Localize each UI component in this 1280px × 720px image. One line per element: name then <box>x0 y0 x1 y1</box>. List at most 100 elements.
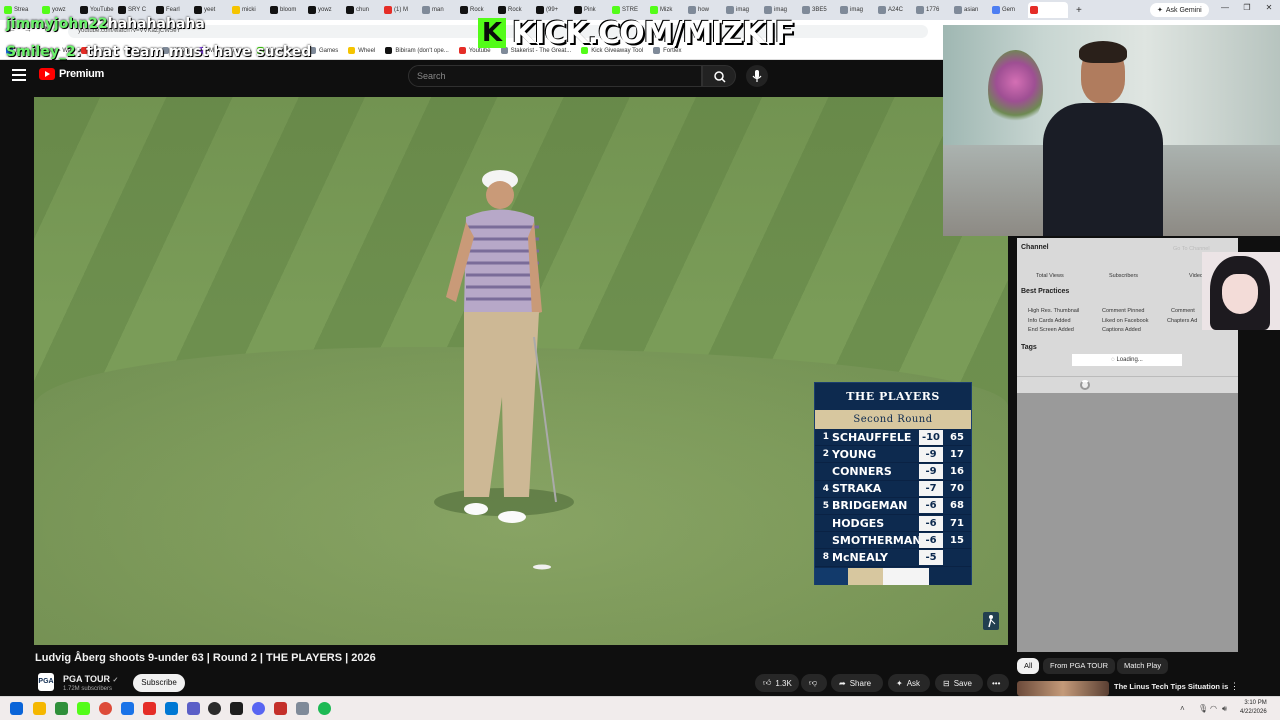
browser-tab[interactable]: chun <box>344 2 380 18</box>
bookmark-label: Games <box>318 47 339 54</box>
tab-label: micki <box>242 7 256 13</box>
maximize-icon[interactable]: ❐ <box>1240 3 1254 12</box>
search-input[interactable]: Search <box>408 65 702 87</box>
tab-label: how <box>698 7 710 13</box>
browser-tab[interactable]: 1776 <box>914 2 950 18</box>
browser-tab[interactable] <box>1028 2 1068 18</box>
clock[interactable]: 3:10 PM 4/22/2026 <box>1240 699 1267 717</box>
kick-icon[interactable] <box>77 702 90 715</box>
leaderboard-score: -6 <box>919 498 943 514</box>
tab-label: Rock <box>470 7 484 13</box>
leaderboard-position: 5 <box>822 500 829 511</box>
file-explorer-icon[interactable] <box>33 702 46 715</box>
browser-tab[interactable]: (1) M <box>382 2 418 18</box>
app-icon[interactable] <box>274 702 287 715</box>
bookmark-item[interactable]: Bibiram (don't ope... <box>385 47 449 54</box>
share-button[interactable]: ➦ Share <box>831 674 883 692</box>
bookmark-label: Bibiram (don't ope... <box>395 47 449 54</box>
chevron-up-icon[interactable]: ˄ <box>1180 704 1185 713</box>
tab-favicon-icon <box>992 6 1000 14</box>
browser-tab[interactable]: 3BE5 <box>800 2 836 18</box>
leaderboard-score: -10 <box>919 429 943 445</box>
wifi-icon[interactable]: ◠ <box>1210 704 1217 713</box>
dislike-button[interactable]: 👎︎ <box>801 674 827 692</box>
browser-tab[interactable]: asian <box>952 2 988 18</box>
leaderboard-player-name: BRIDGEMAN <box>832 499 908 513</box>
minimize-icon[interactable]: — <box>1218 3 1232 12</box>
chrome-icon[interactable] <box>99 702 112 715</box>
ask-gemini-button[interactable]: ✦ Ask Gemini <box>1150 3 1209 17</box>
discord-icon[interactable] <box>252 702 265 715</box>
check-item: High Res. Thumbnail <box>1028 308 1080 314</box>
youtube-logo[interactable]: Premium <box>39 68 104 80</box>
verified-icon: ✓ <box>112 677 119 684</box>
more-actions-button[interactable]: ••• <box>987 674 1009 692</box>
search-button[interactable] <box>702 65 736 87</box>
app-icon[interactable] <box>121 702 134 715</box>
bookmark-label: Wheel <box>358 47 376 54</box>
chip-from-pga-tour[interactable]: From PGA TOUR <box>1043 658 1116 674</box>
loading-text: Loading... <box>1116 357 1143 363</box>
more-icon: ••• <box>992 678 1001 688</box>
browser-tab[interactable]: micki <box>230 2 266 18</box>
voice-search-button[interactable] <box>746 65 768 87</box>
app-icon[interactable] <box>165 702 178 715</box>
kick-url-text: KICK.COM/MIZKIF <box>512 15 795 51</box>
tab-favicon-icon <box>916 6 924 14</box>
mic-icon[interactable]: 🎙︎ <box>1198 704 1208 713</box>
tab-label: 3BE5 <box>812 7 827 13</box>
related-video-title[interactable]: The Linus Tech Tips Situation is <box>1114 682 1228 691</box>
check-item: Comment Pinned <box>1102 308 1145 314</box>
tab-favicon-icon <box>422 6 430 14</box>
close-icon[interactable]: ✕ <box>1262 3 1276 12</box>
tab-favicon-icon <box>232 6 240 14</box>
like-count: 1.3K <box>775 678 792 688</box>
tab-favicon-icon <box>574 6 582 14</box>
bookmark-icon: ⊟ <box>943 678 950 688</box>
chip-match-play[interactable]: Match Play <box>1117 658 1169 674</box>
spotify-icon[interactable] <box>318 702 331 715</box>
leaderboard-row: CONNERS -9 16 <box>815 463 971 481</box>
more-vert-icon[interactable]: ⋮ <box>1230 681 1239 692</box>
app-icon[interactable] <box>230 702 243 715</box>
tab-label: chun <box>356 7 370 13</box>
obs-icon[interactable] <box>208 702 221 715</box>
youtube-play-icon <box>39 68 55 80</box>
round-label: Second Round <box>815 410 971 429</box>
channel-avatar[interactable]: PGA <box>38 673 54 691</box>
browser-tab[interactable]: man <box>420 2 456 18</box>
check-item: Chapters Ad <box>1167 318 1198 324</box>
tab-favicon-icon <box>726 6 734 14</box>
subscribe-button[interactable]: Subscribe <box>133 674 185 692</box>
browser-tab[interactable]: yowz <box>306 2 342 18</box>
ask-button[interactable]: ✦ Ask <box>888 674 930 692</box>
save-button[interactable]: ⊟ Save <box>935 674 983 692</box>
channel-name[interactable]: PGA TOUR ✓ <box>63 674 118 684</box>
leaderboard-thru: 71 <box>950 517 964 529</box>
bookmark-item[interactable]: Games <box>308 47 339 54</box>
volume-icon[interactable]: 🔊︎ <box>1222 704 1227 714</box>
chat-text: hahahahaha <box>107 16 205 32</box>
menu-icon[interactable] <box>12 69 26 81</box>
tab-favicon-icon <box>498 6 506 14</box>
check-item: Liked on Facebook <box>1102 318 1149 324</box>
leaderboard-position: 8 <box>822 552 829 563</box>
related-video-thumbnail[interactable] <box>1017 681 1109 696</box>
browser-tab[interactable]: Gem <box>990 2 1026 18</box>
leaderboard-thru: 16 <box>950 465 964 477</box>
app-icon[interactable] <box>143 702 156 715</box>
leaderboard-score: -9 <box>919 463 943 479</box>
browser-tab[interactable]: imag <box>838 2 874 18</box>
browser-tab[interactable]: bloom <box>268 2 304 18</box>
new-tab-button[interactable]: + <box>1076 5 1082 16</box>
app-icon[interactable] <box>55 702 68 715</box>
tab-label: A24C <box>888 7 904 13</box>
app-icon[interactable] <box>187 702 200 715</box>
like-button[interactable]: 👍︎ 1.3K <box>755 674 799 692</box>
browser-tab[interactable]: A24C <box>876 2 912 18</box>
chip-all[interactable]: All <box>1017 658 1040 674</box>
app-icon[interactable] <box>296 702 309 715</box>
start-icon[interactable] <box>10 702 23 715</box>
bookmark-item[interactable]: Wheel <box>348 47 375 54</box>
best-practices-heading: Best Practices <box>1021 288 1070 295</box>
